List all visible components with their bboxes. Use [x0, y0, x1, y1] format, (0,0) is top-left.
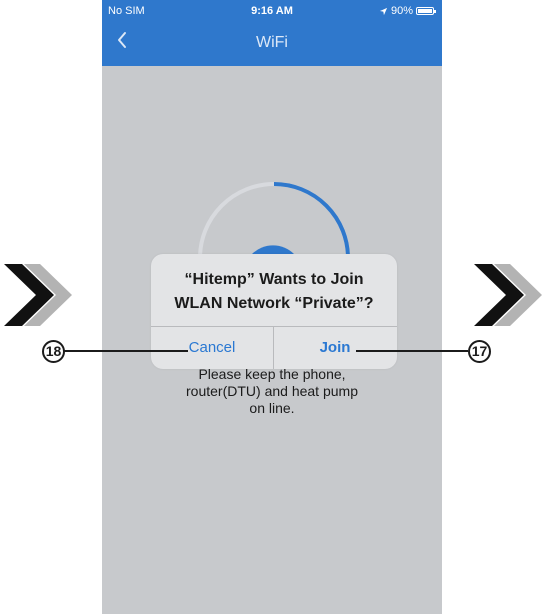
- callout-17-leader: [356, 350, 468, 352]
- instruction-line3: on line.: [249, 400, 295, 416]
- alert-message-line2: WLAN Network “Private”?: [174, 295, 374, 312]
- instruction-line2: router(DTU) and heat pump: [186, 383, 358, 399]
- alert-message-line1: “Hitemp” Wants to Join: [184, 271, 364, 288]
- phone-screen: No SIM 9:16 AM 90% WiFi “Hitemp” Wants t…: [102, 0, 442, 614]
- callout-18: 18: [42, 340, 65, 363]
- instruction-text: Please keep the phone, router(DTU) and h…: [102, 366, 442, 417]
- callout-17: 17: [468, 340, 491, 363]
- instruction-line1: Please keep the phone,: [198, 366, 346, 382]
- join-button[interactable]: Join: [274, 326, 396, 369]
- progress-ring-arc: [273, 182, 350, 259]
- callout-18-leader: [64, 350, 188, 352]
- cancel-button[interactable]: Cancel: [151, 326, 273, 369]
- double-chevron-icon: [4, 264, 72, 326]
- double-chevron-icon: [474, 264, 542, 326]
- alert-message: “Hitemp” Wants to Join WLAN Network “Pri…: [151, 268, 397, 316]
